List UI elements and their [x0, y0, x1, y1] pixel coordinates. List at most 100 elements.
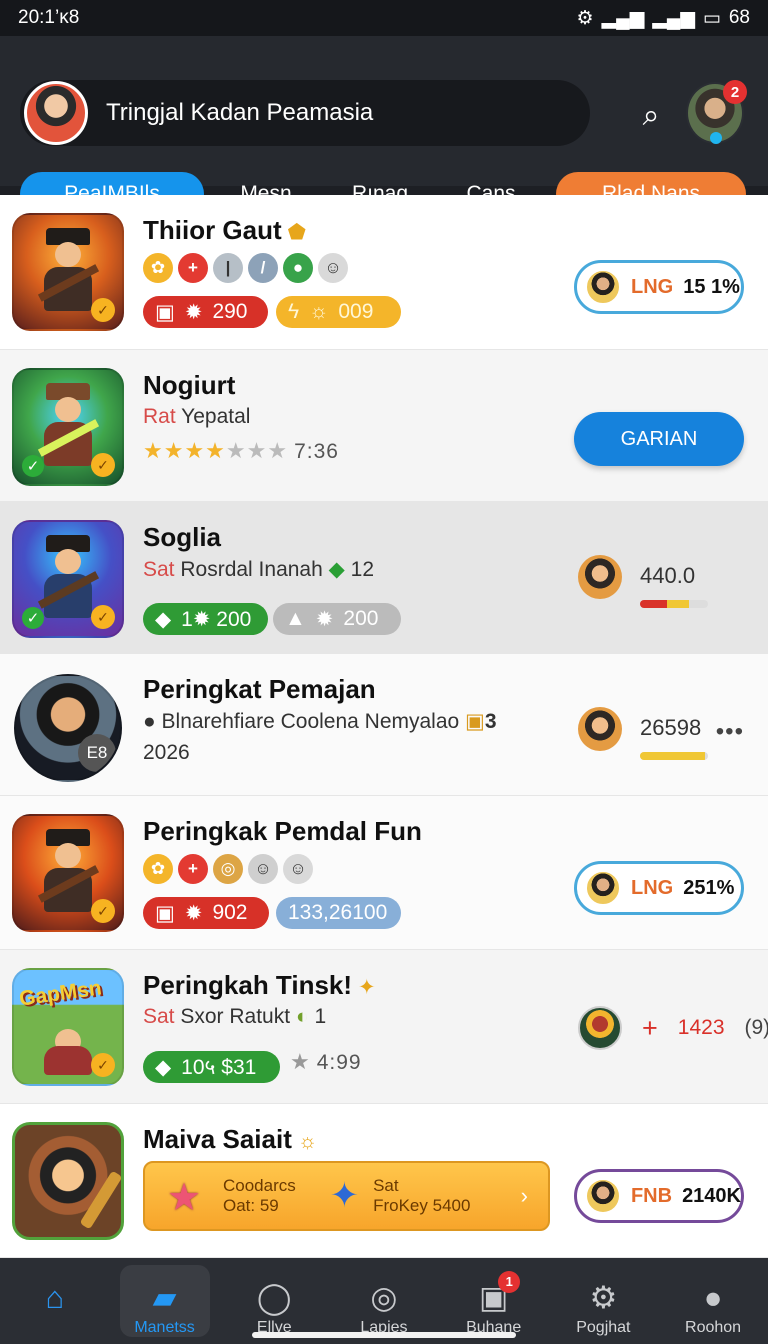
avatar — [585, 269, 621, 305]
nav-manetss[interactable]: ▰ Manetss — [119, 1265, 210, 1337]
chest-icon: ▣ — [155, 901, 175, 925]
player-name: Peringkat Pemajan — [143, 674, 376, 704]
puzzle-icon: ✦ — [329, 1176, 360, 1215]
friend-avatar-icon: ☺ — [248, 854, 278, 884]
gold-badge-icon: ✿ — [143, 253, 173, 283]
nav-home[interactable]: ⌂ — [10, 1265, 100, 1337]
sun-icon: ☼ — [309, 300, 329, 323]
nav-buhane[interactable]: ▣ 1 Buhane — [449, 1265, 539, 1337]
gold-badge-icon: ✿ — [143, 854, 173, 884]
account-pill[interactable]: Tringjal Kadan Peamasia — [20, 80, 590, 146]
player-avatar: E8 — [14, 674, 122, 782]
progress-bar — [640, 600, 708, 608]
settings-icon: ⚙ — [576, 7, 594, 29]
chest-icon: ▣ — [155, 300, 175, 324]
game-icon: ✓ ✓ — [12, 368, 124, 486]
home-indicator[interactable] — [252, 1332, 516, 1338]
nav-lapies[interactable]: ◎ Lapies — [339, 1265, 429, 1337]
game-icon: ✓ — [12, 814, 124, 932]
medal-icon: ● — [143, 710, 156, 733]
player-year: 2026 — [143, 741, 190, 764]
circle-icon: ◯ — [256, 1280, 292, 1315]
leaf-icon: ◐ — [295, 1005, 309, 1028]
grey-icon: ▲ — [285, 607, 306, 630]
list-item[interactable]: ✓ ✓ Soglia Sat Rosrdal Inanah ◆ 12 ◆ 1✹ 20… — [0, 502, 768, 654]
leaf-icon: ● — [283, 253, 313, 283]
check-icon: ✓ — [22, 607, 44, 629]
ranking-score-pill[interactable]: LNG 251% — [574, 861, 744, 915]
coin-icon: ◆ — [155, 607, 172, 631]
game-icon: ✓ — [12, 213, 124, 331]
gold-icon: ✓ — [91, 605, 115, 629]
battery-icon: ▭ — [702, 7, 721, 29]
gear-icon: ⚙ — [589, 1280, 618, 1315]
player-subtitle: ● Blnarehfiare Coolena Nemyalao ▣3 — [143, 710, 497, 733]
list-item[interactable]: ✓ Peringkak Pemdal Fun ✿ + ◎ ☺ ☺ ▣ ✹ 902 1… — [0, 796, 768, 950]
gold-icon: ✓ — [91, 298, 115, 322]
coin-icon: ◆ — [155, 1055, 172, 1079]
coin-icon: ◎ — [213, 854, 243, 884]
avatar — [585, 870, 621, 906]
promo-banner[interactable]: ★ Coodarcs Oat: 59 ✦ Sat FroKey 5400 › — [143, 1161, 550, 1231]
progress-bar — [640, 752, 708, 760]
garian-button[interactable]: GARIAN — [574, 412, 744, 466]
chart-icon: ▣ 1 — [479, 1271, 521, 1314]
player-name: Nogiurt — [143, 370, 236, 400]
more-icon[interactable]: ••• — [716, 718, 744, 746]
ranking-list: ✓ Thiior Gaut ⬟ ✿ + | / ● ☺ ▣ ✹ 290 ϟ ☼ 009 L… — [0, 195, 768, 1258]
notification-badge: 2 — [723, 80, 747, 104]
home-icon: ⌂ — [45, 1280, 65, 1315]
search-icon[interactable]: ⌕ — [628, 96, 674, 136]
list-item[interactable]: Maiva Saiait ☼ ★ Coodarcs Oat: 59 ✦ Sat Fro… — [0, 1104, 768, 1258]
list-item[interactable]: E8 Peringkat Pemajan ● Blnarehfiare Cool… — [0, 654, 768, 796]
nav-roohon[interactable]: ● Roohon — [668, 1265, 758, 1337]
nav-ellye[interactable]: ◯ Ellye — [229, 1265, 319, 1337]
gear-icon: ✹ — [184, 300, 203, 324]
player-stat: +1423 (9) — [578, 1006, 768, 1050]
player-name: Maiva Saiait ☼ — [143, 1124, 318, 1154]
score-badge: ◆ 10५ $31 — [143, 1051, 280, 1083]
battery-level: 68 — [728, 7, 750, 28]
list-item[interactable]: ✓ ✓ Nogiurt Rat Yepatal ★★★★★★★ 7:36 GARIA… — [0, 350, 768, 502]
ranking-score-pill[interactable]: FNB 2140K — [574, 1169, 744, 1223]
pen-icon: / — [248, 253, 278, 283]
star-icon: ★ — [167, 1177, 202, 1219]
game-icon: GapMsn ✓ — [12, 968, 124, 1086]
game-icon: ✓ ✓ — [12, 520, 124, 638]
ranking-score-pill[interactable]: LNG 15 1% — [574, 260, 744, 314]
disabled-badge: ▲ ✹ 200 — [273, 603, 401, 635]
check-icon: ✓ — [22, 455, 44, 477]
promo-left: Coodarcs Oat: 59 — [223, 1176, 296, 1215]
online-status-dot — [710, 132, 722, 144]
level-badge: E8 — [78, 734, 116, 772]
plus-icon: + — [642, 1012, 658, 1043]
score-badge: ▣ ✹ 902 — [143, 897, 269, 929]
nav-pogjhat[interactable]: ⚙ Pogjhat — [558, 1265, 648, 1337]
list-item[interactable]: ✓ Thiior Gaut ⬟ ✿ + | / ● ☺ ▣ ✹ 290 ϟ ☼ 009 L… — [0, 195, 768, 350]
profile-avatar[interactable]: 2 — [686, 80, 747, 144]
search-circle-icon: ◎ — [370, 1280, 398, 1315]
status-bar: 20:1’ᴋ8 ⚙ ▂▄▆ ▂▄▆ ▭ 68 — [0, 0, 768, 36]
chevron-right-icon: › — [520, 1183, 528, 1208]
player-subtitle: Sat Rosrdal Inanah ◆ 12 — [143, 558, 374, 581]
progress-fill — [640, 600, 689, 608]
player-name: Thiior Gaut ⬟ — [143, 215, 306, 245]
plus-icon: + — [178, 253, 208, 283]
player-stat: 440.0 — [578, 555, 748, 613]
list-item[interactable]: GapMsn ✓ Peringkah Tinsk! ✦ Sat Sxor Ratu… — [0, 950, 768, 1104]
achievement-icons: ✿ + | / ● ☺ — [143, 253, 348, 283]
sun-icon: ☼ — [297, 1130, 318, 1153]
number-badge: 133,26100 — [276, 897, 401, 929]
avatar — [578, 555, 622, 599]
avatar[interactable] — [24, 81, 88, 145]
signal-icon: ▂▄▆ — [601, 7, 645, 29]
player-subtitle: Sat Sxor Ratukt ◐ 1 — [143, 1005, 327, 1028]
score-badge: ◆ 1✹ 200 — [143, 603, 268, 635]
lightning-icon: ϟ — [288, 300, 300, 323]
rating-stars: ★★★★★★★ 7:36 — [143, 438, 339, 463]
plus-icon: + — [178, 854, 208, 884]
gold-icon: ✓ — [91, 453, 115, 477]
gold-icon: ✦ — [358, 976, 376, 999]
gear-icon: ✹ — [184, 901, 203, 925]
rating-stars: ★ 4:99 — [290, 1049, 362, 1074]
